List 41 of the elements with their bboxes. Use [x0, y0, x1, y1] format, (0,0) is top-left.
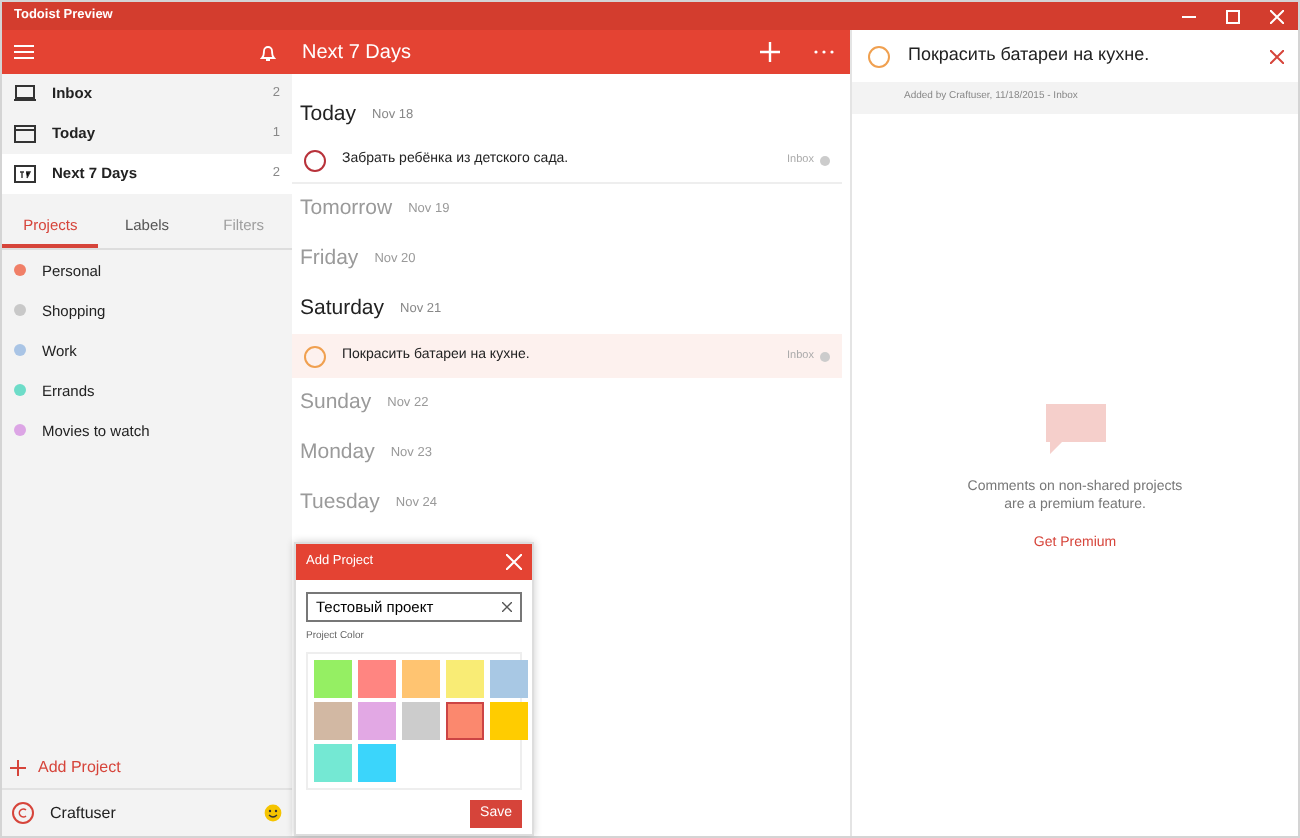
- day-heading: Today: [300, 99, 357, 130]
- close-icon[interactable]: [1270, 49, 1284, 63]
- project-dot: [820, 351, 830, 361]
- comment-icon: [1043, 401, 1107, 453]
- color-swatch[interactable]: [402, 659, 440, 697]
- calendar-icon: [14, 164, 36, 184]
- color-swatch[interactable]: [314, 701, 352, 739]
- color-swatch[interactable]: [314, 659, 352, 697]
- color-swatch[interactable]: [446, 701, 484, 739]
- tray-icon: [14, 84, 36, 104]
- add-project-link[interactable]: Add Project: [38, 756, 121, 780]
- project-dot: [820, 156, 830, 166]
- color-swatch[interactable]: [446, 659, 484, 697]
- user-name: Craftuser: [50, 801, 118, 825]
- day-heading: Tomorrow: [300, 193, 393, 224]
- view-title: Next 7 Days: [302, 39, 413, 67]
- day-heading: Friday: [300, 243, 359, 274]
- maximize-icon[interactable]: [1225, 9, 1239, 23]
- clear-icon[interactable]: [502, 602, 512, 612]
- color-swatch[interactable]: [358, 659, 396, 697]
- color-swatch[interactable]: [358, 701, 396, 739]
- avatar-icon: [12, 802, 34, 824]
- task-title: Покрасить батареи на кухне.: [908, 42, 1152, 69]
- color-swatch[interactable]: [402, 701, 440, 739]
- day-heading: Saturday: [300, 293, 385, 324]
- day-heading: Sunday: [300, 387, 372, 418]
- task-checkbox[interactable]: [868, 45, 890, 67]
- more-icon[interactable]: [814, 48, 834, 56]
- day-heading: Tuesday: [300, 487, 380, 518]
- smiley-icon[interactable]: [264, 804, 282, 822]
- plus-icon[interactable]: [10, 760, 26, 776]
- color-swatch[interactable]: [490, 701, 528, 739]
- bell-icon[interactable]: [260, 43, 276, 61]
- color-swatch[interactable]: [358, 743, 396, 781]
- task-checkbox[interactable]: [304, 345, 326, 367]
- menu-icon[interactable]: [14, 44, 34, 60]
- task-checkbox[interactable]: [304, 150, 326, 172]
- color-swatch[interactable]: [490, 659, 528, 697]
- color-swatch[interactable]: [314, 743, 352, 781]
- day-heading: Monday: [300, 437, 375, 468]
- calendar-icon: [14, 124, 36, 144]
